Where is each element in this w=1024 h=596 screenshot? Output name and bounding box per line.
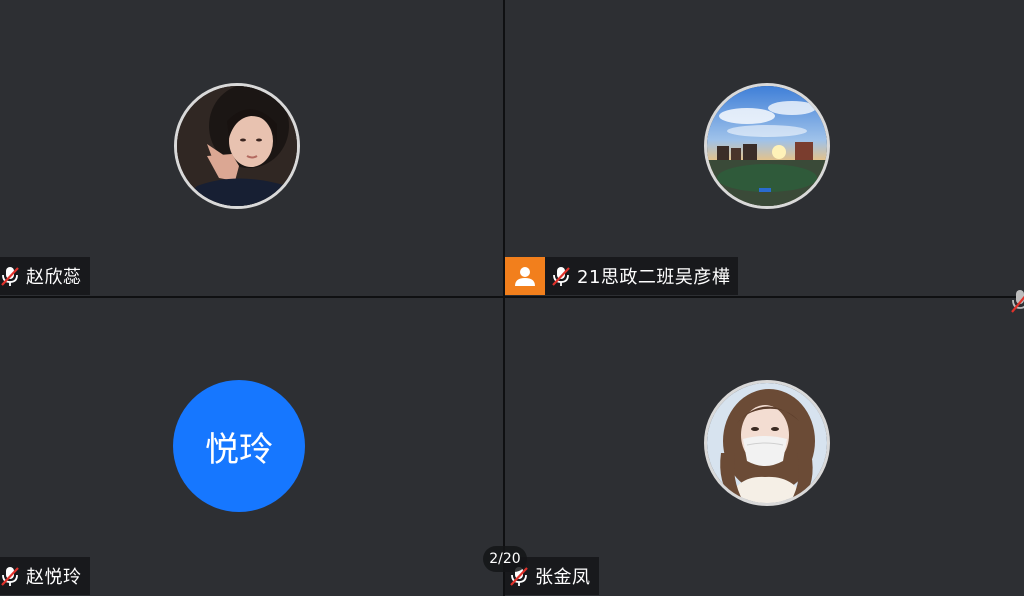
avatar-photo-icon <box>707 383 827 503</box>
participant-avatar <box>174 83 300 209</box>
participant-tile[interactable]: 悦玲 赵悦玲 <box>0 298 503 596</box>
participant-name: 赵欣蕊 <box>26 267 82 288</box>
mic-muted-icon[interactable] <box>0 565 20 587</box>
video-grid: 赵欣蕊 21思政二班吴彦樺 悦玲 赵悦玲 张金凤 2/20 <box>0 0 1024 596</box>
mic-muted-icon[interactable] <box>1010 288 1024 316</box>
page-indicator[interactable]: 2/20 <box>483 546 527 572</box>
avatar-photo-icon <box>177 86 297 206</box>
participant-tile[interactable]: 张金凤 <box>505 298 1024 596</box>
avatar-photo-icon <box>707 86 827 206</box>
participant-tile[interactable]: 21思政二班吴彦樺 <box>505 0 1024 296</box>
participant-name: 张金凤 <box>535 567 591 588</box>
participant-avatar <box>704 83 830 209</box>
participant-name: 赵悦玲 <box>26 567 82 588</box>
text-avatar: 悦玲 <box>173 380 305 512</box>
mic-muted-icon[interactable] <box>551 265 571 287</box>
user-icon <box>515 267 535 286</box>
participant-nameplate: 赵悦玲 <box>0 557 90 595</box>
participant-tile[interactable]: 赵欣蕊 <box>0 0 503 296</box>
participant-name: 21思政二班吴彦樺 <box>577 267 731 288</box>
participant-avatar <box>704 380 830 506</box>
participant-nameplate: 21思政二班吴彦樺 <box>505 257 739 295</box>
mic-muted-icon[interactable] <box>0 265 20 287</box>
participant-nameplate: 赵欣蕊 <box>0 257 90 295</box>
host-badge <box>505 257 545 295</box>
